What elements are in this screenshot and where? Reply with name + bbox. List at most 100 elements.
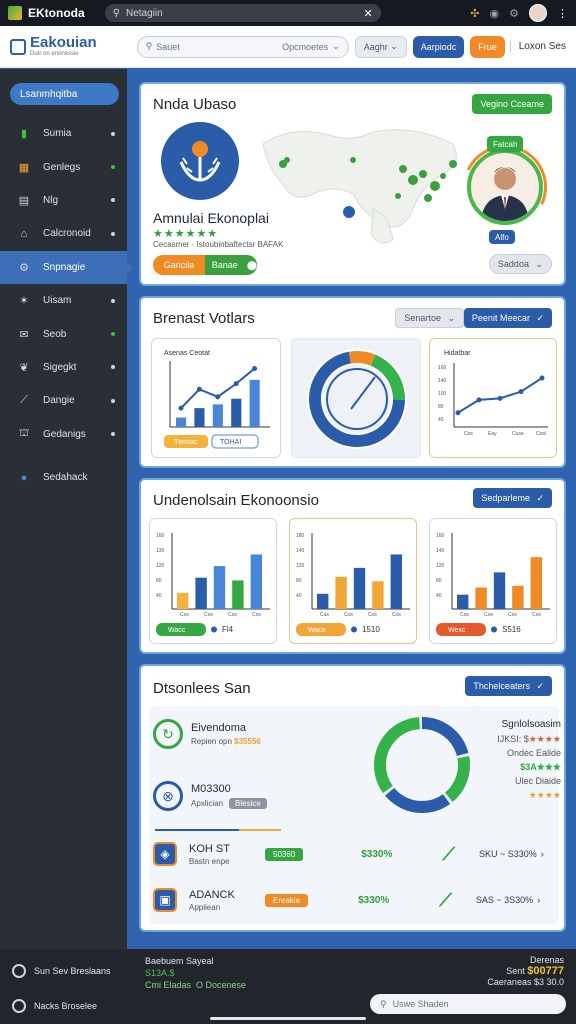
bottom-search-input[interactable]: ⚲ Uswe Shaden bbox=[370, 994, 566, 1014]
header-profile-name[interactable]: Loxon Ses bbox=[509, 41, 566, 52]
more-icon[interactable]: ⋮ bbox=[557, 7, 568, 20]
sidebar-item[interactable]: ⚙ Snpnagie bbox=[0, 250, 133, 284]
sidebar-item[interactable]: ▦ Genlegs bbox=[0, 150, 127, 183]
chevron-right-icon[interactable]: › bbox=[541, 849, 544, 859]
economy-action-button[interactable]: Sedparleme ✓ bbox=[473, 488, 552, 508]
overview-card: Brenast Votlars Senartoe ⌄ Peenit Meecar… bbox=[139, 296, 566, 468]
header-grey-button[interactable]: Aaghr ⌄ bbox=[354, 35, 407, 58]
bar bbox=[232, 580, 244, 609]
overview-action-button[interactable]: Peenit Meecar ✓ bbox=[463, 308, 552, 328]
sidebar-item-label: Uisam bbox=[43, 295, 72, 307]
sidebar-item[interactable]: ⛫ Gedanigs bbox=[0, 418, 127, 451]
sidebar-item[interactable]: ✉ Seob bbox=[0, 317, 127, 350]
list-item-sub: Apxlician bbox=[191, 799, 224, 808]
line-point bbox=[518, 389, 524, 395]
world-map bbox=[262, 129, 457, 244]
refresh-icon: ↻ bbox=[153, 719, 183, 749]
bottom-summary-line: Cmi Eladas bbox=[145, 980, 192, 990]
bar bbox=[317, 593, 329, 609]
profile-card-top-button[interactable]: Vegino Cceame bbox=[472, 94, 552, 114]
list-item-value: $35556 bbox=[234, 737, 261, 746]
sidebar-item[interactable]: ▮ Sumia bbox=[0, 117, 127, 150]
sidebar: Lsanmhqitba ▮ Sumia ▦ Genlegs ▤ Nlg ⌂ Calcronoi… bbox=[0, 69, 133, 949]
gear-icon bbox=[12, 999, 26, 1013]
pen-icon: ⟋ bbox=[20, 394, 28, 407]
bottom-summary-line: O Docenese bbox=[196, 980, 247, 990]
rating-stars: ★★★★★★ bbox=[153, 228, 219, 240]
row-badge: 50360 bbox=[265, 847, 304, 861]
sidebar-item-label: Seob bbox=[43, 328, 67, 340]
line-point bbox=[539, 375, 545, 381]
search-options[interactable]: Opcmoetes bbox=[282, 42, 328, 52]
details-action-button[interactable]: Thchelceaters ✓ bbox=[465, 676, 552, 696]
list-item[interactable]: ↻ Eivendoma Repien opn $35556 bbox=[153, 714, 393, 754]
shield-icon[interactable]: ◉ bbox=[490, 7, 500, 20]
profile-action-group: Gancila Banae ⬤ bbox=[153, 255, 257, 275]
book-icon: ▮ bbox=[20, 128, 28, 141]
bottom-totals-line: Caeraneas bbox=[487, 977, 532, 987]
table-row[interactable]: ◈ KOH ST Bastn enpe 50360 $330% ⟋ SKU ~ … bbox=[153, 834, 553, 874]
sidebar-item[interactable]: ❦ Sigegkt bbox=[0, 351, 127, 384]
app-root: EKtonoda ⚲ Netagiin ✕ ✣ ◉ ⚙ ⋮ Eakouian D… bbox=[0, 0, 576, 1024]
divider-blue bbox=[155, 829, 239, 831]
bar bbox=[335, 576, 347, 609]
header-orange-button[interactable]: Frue bbox=[470, 35, 505, 58]
overview-filter-label: Senartoe bbox=[404, 313, 441, 323]
globe-icon bbox=[12, 964, 26, 978]
y-tick-label: 40 bbox=[156, 593, 162, 599]
confirm-button[interactable]: Banae ⬤ bbox=[205, 255, 257, 275]
list-item[interactable]: ⊗ M03300 Apxlician Blesice bbox=[153, 776, 393, 816]
bottom-item-1[interactable]: Sun Sev Breslaans bbox=[12, 964, 111, 978]
economy-card-title: Undenolsain Ekonoonsio bbox=[153, 492, 319, 509]
address-bar[interactable]: ⚲ Netagiin ✕ bbox=[104, 4, 381, 22]
sidebar-item[interactable]: ⟋ Dangie bbox=[0, 384, 127, 417]
home-indicator bbox=[210, 1017, 366, 1020]
sidebar-item-extra[interactable]: ● Sedahack bbox=[0, 461, 127, 494]
table-row[interactable]: ▣ ADANCK Appiiean Ereakie $330% ⟋ SAS ~ … bbox=[153, 880, 553, 920]
y-tick-label: 120 bbox=[436, 563, 445, 569]
donut-chart bbox=[307, 349, 407, 449]
legend-stars: ★★★★ bbox=[528, 790, 561, 800]
bottom-item-2-label: Nacks Broselee bbox=[34, 1001, 98, 1011]
bottom-item-2[interactable]: Nacks Broselee bbox=[12, 999, 97, 1013]
header-blue-button[interactable]: Aarpiodc bbox=[412, 35, 465, 58]
system-bar: EKtonoda ⚲ Netagiin ✕ ✣ ◉ ⚙ ⋮ bbox=[0, 0, 576, 26]
avatar[interactable] bbox=[467, 149, 543, 225]
avatar-label: Alfo bbox=[489, 230, 515, 244]
overview-filter-button[interactable]: Senartoe ⌄ bbox=[395, 308, 464, 328]
settings-icon[interactable]: ⚙ bbox=[509, 7, 519, 20]
bar bbox=[213, 566, 226, 609]
row-title: KOH ST bbox=[189, 842, 230, 855]
search-input[interactable]: ⚲ Sauet Opcmoetes ⌄ bbox=[136, 35, 349, 58]
bird-icon: ❦ bbox=[19, 361, 29, 374]
list-item-title: M03300 bbox=[191, 783, 231, 795]
bar-chart: 160 130 120 80 40 Cos Coo Cos Cos Wacc Fl4 bbox=[156, 533, 270, 636]
confirm-button-label: Banae bbox=[211, 260, 238, 270]
status-dot bbox=[111, 165, 115, 170]
donut-needle bbox=[350, 376, 376, 410]
y-tick-label: 80 bbox=[436, 578, 442, 584]
chevron-right-icon[interactable]: › bbox=[537, 895, 540, 905]
header-blue-button-label: Aarpiodc bbox=[420, 41, 457, 52]
close-icon[interactable]: ✕ bbox=[363, 7, 372, 20]
bar bbox=[177, 592, 189, 609]
profile-avatar[interactable] bbox=[529, 4, 547, 22]
y-tick-label: 140 bbox=[436, 548, 445, 554]
bottom-totals-line: Sent bbox=[506, 966, 525, 976]
sidebar-item-label: Nlg bbox=[43, 194, 59, 206]
status-dot bbox=[111, 365, 115, 370]
bar bbox=[372, 581, 384, 609]
sidebar-item[interactable]: ⌂ Calcronoid bbox=[0, 217, 127, 250]
sidebar-item[interactable]: ▤ Nlg bbox=[0, 184, 127, 217]
row-sub: Appiiean bbox=[189, 902, 221, 912]
address-text: Netagiin bbox=[126, 7, 163, 19]
mail-icon: ✉ bbox=[19, 328, 29, 341]
puzzle-icon[interactable]: ✣ bbox=[470, 7, 479, 20]
row-right-value: SKU ~ S330% bbox=[479, 849, 537, 859]
profile-bottom-button[interactable]: Saddoa ⌄ bbox=[488, 254, 552, 274]
status-dot bbox=[111, 231, 115, 236]
logo[interactable]: Eakouian Dutr on enonessie bbox=[10, 35, 97, 57]
sidebar-item[interactable]: ✶ Uisam bbox=[0, 284, 127, 317]
sidebar-top-button[interactable]: Lsanmhqitba bbox=[10, 83, 119, 105]
cancel-button[interactable]: Gancila bbox=[153, 255, 205, 275]
